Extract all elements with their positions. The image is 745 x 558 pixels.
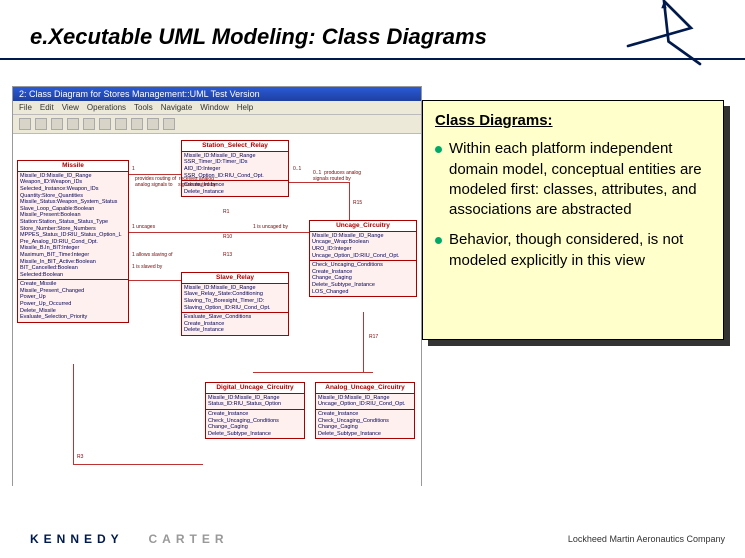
class-slave-relay[interactable]: Slave_Relay Missile_ID:Missile_ID_Range … xyxy=(181,272,289,336)
menubar[interactable]: File Edit View Operations Tools Navigate… xyxy=(13,101,421,115)
class-station-select-relay[interactable]: Station_Select_Relay Missile_ID:Missile_… xyxy=(181,140,289,197)
class-ops: Create_Instance Check_Uncaging_Condition… xyxy=(206,410,304,438)
bullet-text: Within each platform independent domain … xyxy=(449,140,702,218)
uml-app-screenshot: 2: Class Diagram for Stores Management::… xyxy=(12,86,422,486)
class-ops: Check_Uncaging_Conditions Create_Instanc… xyxy=(310,261,416,296)
class-name: Slave_Relay xyxy=(182,273,288,284)
rel-tag: R1 xyxy=(223,209,229,215)
rel-tag: R10 xyxy=(223,234,232,240)
class-name: Station_Select_Relay xyxy=(182,141,288,152)
association-line xyxy=(73,364,74,464)
rel-text: 1 uncages xyxy=(132,224,155,230)
callout-bullet: Behavior, though considered, is not mode… xyxy=(435,230,711,271)
association-line xyxy=(363,312,364,372)
association-line xyxy=(253,372,373,373)
rel-text: 1 is slaved by xyxy=(132,264,162,270)
mult-label: 0..1 xyxy=(293,166,301,172)
rel-text: 0..1 produces analog signals routed by xyxy=(313,170,361,182)
mult-label: 1 xyxy=(132,166,135,172)
toolbar-button[interactable] xyxy=(163,118,175,130)
toolbar-button[interactable] xyxy=(19,118,31,130)
rel-text: provides routing of receives analog anal… xyxy=(135,176,216,188)
menu-edit[interactable]: Edit xyxy=(40,103,54,112)
class-attrs: Missile_ID:Missile_ID_Range Slave_Relay_… xyxy=(182,284,288,313)
rel-text: 1 allows slaving of xyxy=(132,252,173,258)
footer-brand-b: CARTER xyxy=(148,532,228,546)
class-digital-uncage[interactable]: Digital_Uncage_Circuitry Missile_ID:Miss… xyxy=(205,382,305,439)
toolbar-button[interactable] xyxy=(99,118,111,130)
class-ops: Evaluate_Slave_Conditions Create_Instanc… xyxy=(182,313,288,335)
class-attrs: Missile_ID:Missile_ID_Range Uncage_Optio… xyxy=(316,394,414,410)
rel-tag: R3 xyxy=(77,454,83,460)
association-line xyxy=(129,280,181,281)
class-ops: Create_Instance Check_Uncaging_Condition… xyxy=(316,410,414,438)
footer-right: Lockheed Martin Aeronautics Company xyxy=(568,534,725,544)
class-ops: Create_Missile Missile_Present_Changed P… xyxy=(18,280,128,322)
toolbar-button[interactable] xyxy=(115,118,127,130)
class-uncage-circuitry[interactable]: Uncage_Circuitry Missile_ID:Missile_ID_R… xyxy=(309,220,417,297)
association-line xyxy=(349,182,350,220)
menu-file[interactable]: File xyxy=(19,103,32,112)
bullet-icon xyxy=(435,146,442,153)
page-title: e.Xecutable UML Modeling: Class Diagrams xyxy=(30,24,487,50)
class-analog-uncage[interactable]: Analog_Uncage_Circuitry Missile_ID:Missi… xyxy=(315,382,415,439)
toolbar-button[interactable] xyxy=(83,118,95,130)
class-attrs: Missile_ID:Missile_ID_Range Weapon_ID:We… xyxy=(18,172,128,281)
footer-left: KENNEDY CARTER xyxy=(30,532,228,546)
rel-tag: R13 xyxy=(223,252,232,258)
class-name: Digital_Uncage_Circuitry xyxy=(206,383,304,394)
bullet-icon xyxy=(435,237,442,244)
callout-list: Within each platform independent domain … xyxy=(435,139,711,271)
toolbar-button[interactable] xyxy=(131,118,143,130)
menu-navigate[interactable]: Navigate xyxy=(161,103,193,112)
class-name: Analog_Uncage_Circuitry xyxy=(316,383,414,394)
association-line xyxy=(289,182,349,183)
star-logo-icon xyxy=(619,0,709,82)
toolbar-button[interactable] xyxy=(35,118,47,130)
toolbar xyxy=(13,115,421,134)
menu-help[interactable]: Help xyxy=(237,103,253,112)
diagram-canvas[interactable]: Missile Missile_ID:Missile_ID_Range Weap… xyxy=(13,134,421,486)
rel-tag: R15 xyxy=(353,200,362,206)
class-name: Uncage_Circuitry xyxy=(310,221,416,232)
bullet-text: Behavior, though considered, is not mode… xyxy=(449,231,683,268)
class-attrs: Missile_ID:Missile_ID_Range Uncage_Wrap:… xyxy=(310,232,416,261)
window-title: 2: Class Diagram for Stores Management::… xyxy=(13,87,421,101)
class-attrs: Missile_ID:Missile_ID_Range Status_ID:RI… xyxy=(206,394,304,410)
callout-bullet: Within each platform independent domain … xyxy=(435,139,711,220)
class-name: Missile xyxy=(18,161,128,172)
toolbar-button[interactable] xyxy=(67,118,79,130)
rel-tag: R17 xyxy=(369,334,378,340)
association-line xyxy=(129,232,309,233)
association-line xyxy=(73,464,203,465)
association-line xyxy=(129,174,181,175)
menu-window[interactable]: Window xyxy=(200,103,228,112)
footer-brand-a: KENNEDY xyxy=(30,532,123,546)
toolbar-button[interactable] xyxy=(51,118,63,130)
toolbar-button[interactable] xyxy=(147,118,159,130)
menu-operations[interactable]: Operations xyxy=(87,103,126,112)
class-missile[interactable]: Missile Missile_ID:Missile_ID_Range Weap… xyxy=(17,160,129,323)
title-rule xyxy=(0,58,745,60)
menu-tools[interactable]: Tools xyxy=(134,103,153,112)
callout-title: Class Diagrams: xyxy=(435,111,711,131)
callout-box: Class Diagrams: Within each platform ind… xyxy=(422,100,724,340)
menu-view[interactable]: View xyxy=(62,103,79,112)
rel-text: 1 is uncaged by xyxy=(253,224,288,230)
